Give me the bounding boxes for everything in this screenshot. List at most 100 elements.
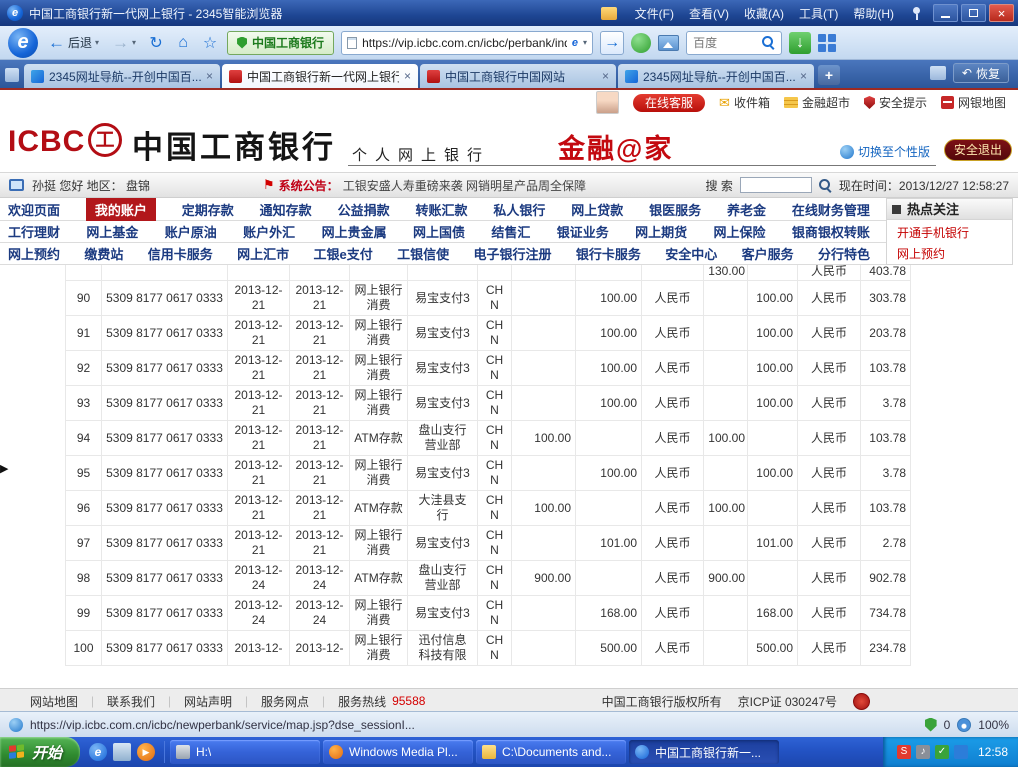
download-button[interactable]: ↓ (789, 32, 811, 54)
apps-grid-icon[interactable] (818, 34, 836, 52)
nav-item[interactable]: 工银信使 (397, 244, 449, 263)
browser-tab[interactable]: 中国工商银行中国网站 × (420, 64, 616, 88)
menu-item[interactable]: 工具(T) (792, 3, 845, 24)
minimize-button[interactable] (933, 4, 958, 22)
hot-topic-link[interactable]: 开通手机银行 (887, 220, 1012, 241)
tab-close-icon[interactable]: × (404, 69, 411, 83)
nav-item[interactable]: 私人银行 (493, 200, 545, 219)
hot-topic-link[interactable]: 网上预约 (887, 241, 1012, 262)
footer-link[interactable]: 网站地图 (30, 693, 107, 710)
nav-item[interactable]: 养老金 (727, 200, 766, 219)
speed-dial-icon[interactable] (957, 718, 971, 732)
nav-item[interactable]: 网上贷款 (571, 200, 623, 219)
nav-item[interactable]: 分行特色 (818, 244, 870, 263)
pin-icon[interactable] (910, 5, 924, 21)
nav-item[interactable]: 网上贵金属 (322, 222, 387, 241)
compatibility-mode-icon[interactable]: e (572, 37, 578, 49)
switch-version-link[interactable]: 切换至个性版 (840, 143, 930, 160)
screenshot-icon[interactable] (658, 35, 679, 51)
taskbar-window-button[interactable]: C:\Documents and... (476, 740, 626, 764)
show-desktop-icon[interactable] (113, 743, 131, 761)
nav-item[interactable]: 工银e支付 (314, 244, 373, 263)
back-button[interactable]: ← 后退 ▾ (45, 32, 102, 53)
browser-logo-button[interactable]: e (8, 28, 38, 58)
browser-tab[interactable]: 2345网址导航--开创中国百... × (618, 64, 814, 88)
search-icon[interactable] (762, 36, 775, 49)
nav-item[interactable]: 安全中心 (665, 244, 717, 263)
taskbar-clock[interactable]: 12:58 (978, 745, 1008, 759)
tray-volume-icon[interactable]: ♪ (916, 745, 930, 759)
taskbar-window-button[interactable]: H:\ (170, 740, 320, 764)
footer-link[interactable]: 联系我们 (107, 693, 184, 710)
nav-item[interactable]: 缴费站 (84, 244, 123, 263)
logout-button[interactable]: 安全退出 (944, 139, 1012, 161)
tab-list-icon[interactable] (5, 68, 19, 82)
side-panel-toggle-icon[interactable]: ▶ (0, 462, 8, 475)
browser-tab[interactable]: 2345网址导航--开创中国百... × (24, 64, 220, 88)
menu-item[interactable]: 文件(F) (628, 3, 681, 24)
nav-item[interactable]: 通知存款 (260, 200, 312, 219)
nav-item[interactable]: 信用卡服务 (148, 244, 213, 263)
inbox-link[interactable]: ✉ 收件箱 (719, 94, 770, 111)
finance-mall-link[interactable]: 金融超市 (784, 94, 850, 111)
tab-close-icon[interactable]: × (800, 69, 807, 83)
nav-item[interactable]: 银证业务 (557, 222, 609, 241)
nav-item[interactable]: 银行卡服务 (576, 244, 641, 263)
nav-item[interactable]: 网上汇市 (237, 244, 289, 263)
online-service-button[interactable]: 在线客服 (633, 94, 705, 112)
nav-item[interactable]: 网上保险 (714, 222, 766, 241)
browser-tab[interactable]: 中国工商银行新一代网上银行 × (222, 64, 418, 88)
page-search-icon[interactable] (819, 179, 832, 192)
ad-block-shield-icon[interactable] (925, 718, 937, 732)
nav-item[interactable]: 银医服务 (649, 200, 701, 219)
nav-item[interactable]: 在线财务管理 (792, 200, 870, 219)
zoom-level[interactable]: 100% (978, 718, 1009, 732)
search-box[interactable]: 百度 (686, 31, 782, 55)
site-identity-badge[interactable]: 中国工商银行 (227, 31, 334, 55)
new-tab-button[interactable]: + (818, 65, 840, 85)
address-url-text[interactable]: https://vip.icbc.com.cn/icbc/perbank/ind… (362, 36, 567, 50)
nav-item[interactable]: 转账汇款 (415, 200, 467, 219)
nav-item[interactable]: 客户服务 (742, 244, 794, 263)
nav-item[interactable]: 电子银行注册 (473, 244, 551, 263)
footer-link[interactable]: 服务网点 (261, 693, 338, 710)
home-button[interactable]: ⌂ (173, 34, 193, 52)
quick-launch-browser-icon[interactable]: e (89, 743, 107, 761)
favorites-star-button[interactable]: ☆ (200, 33, 220, 53)
address-bar[interactable]: https://vip.icbc.com.cn/icbc/perbank/ind… (341, 31, 593, 55)
close-button[interactable]: × (989, 4, 1014, 22)
nav-item[interactable]: 网上预约 (8, 244, 60, 263)
menu-item[interactable]: 帮助(H) (846, 3, 901, 24)
forward-dropdown-icon[interactable]: ▾ (132, 38, 136, 47)
menu-item[interactable]: 收藏(A) (737, 3, 791, 24)
start-button[interactable]: 开始 (0, 737, 80, 767)
tab-close-icon[interactable]: × (602, 69, 609, 83)
notice-text[interactable]: 工银安盛人寿重磅来袭 网销明星产品周全保障 (343, 177, 586, 194)
skin-icon[interactable] (601, 7, 617, 20)
taskbar-window-button[interactable]: Windows Media Pl... (323, 740, 473, 764)
nav-item[interactable]: 银商银权转账 (792, 222, 870, 241)
nav-item[interactable]: 欢迎页面 (8, 200, 60, 219)
nav-item[interactable]: 我的账户 (86, 198, 156, 221)
nav-item[interactable]: 网上期货 (635, 222, 687, 241)
quick-launch-media-icon[interactable]: ▶ (137, 743, 155, 761)
nav-item[interactable]: 工行理财 (8, 222, 60, 241)
nav-item[interactable]: 定期存款 (182, 200, 234, 219)
nav-item[interactable]: 账户原油 (165, 222, 217, 241)
nav-item[interactable]: 公益捐款 (338, 200, 390, 219)
bank-map-link[interactable]: 网银地图 (941, 94, 1006, 111)
nav-item[interactable]: 网上基金 (86, 222, 138, 241)
tray-safety-icon[interactable]: ✓ (935, 745, 949, 759)
go-button[interactable]: → (600, 31, 624, 55)
security-tip-link[interactable]: 安全提示 (864, 94, 927, 111)
restore-window-button[interactable] (961, 4, 986, 22)
refresh-button[interactable]: ↻ (146, 33, 166, 53)
forward-button[interactable]: → ▾ (109, 33, 139, 53)
nav-item[interactable]: 结售汇 (491, 222, 530, 241)
tray-network-icon[interactable] (954, 745, 968, 759)
tab-grid-icon[interactable] (930, 66, 946, 80)
address-dropdown-icon[interactable]: ▾ (583, 38, 587, 47)
hotline-number[interactable]: 95588 (392, 694, 425, 708)
nav-item[interactable]: 网上国债 (413, 222, 465, 241)
no-trace-mode-icon[interactable] (631, 33, 651, 53)
